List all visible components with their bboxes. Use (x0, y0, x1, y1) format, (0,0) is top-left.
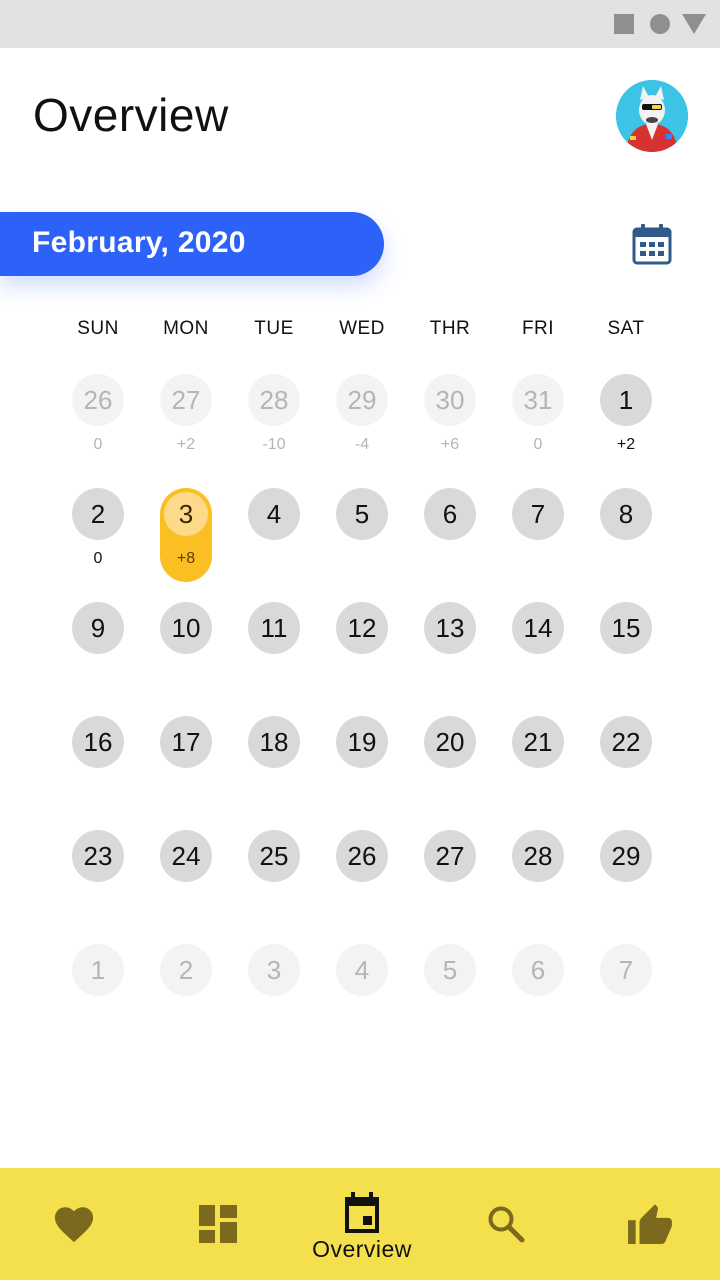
day-cell-outside-month[interactable]: 29 (336, 374, 388, 426)
month-label: February, 2020 (32, 226, 246, 259)
day-cell-outside-month[interactable]: 28 (248, 374, 300, 426)
weekday-mon: MON (163, 318, 209, 339)
day-cell[interactable]: 11 (248, 602, 300, 654)
day-cell[interactable]: 5 (336, 488, 388, 540)
day-cell[interactable]: 7 (512, 488, 564, 540)
weekday-tue: TUE (254, 318, 294, 339)
day-cell[interactable]: 23 (72, 830, 124, 882)
day-cell-outside-month[interactable]: 6 (512, 944, 564, 996)
day-cell[interactable]: 17 (160, 716, 212, 768)
day-cell-outside-month[interactable]: 7 (600, 944, 652, 996)
day-cell-outside-month[interactable]: 30 (424, 374, 476, 426)
day-cell[interactable]: 22 (600, 716, 652, 768)
day-cell-outside-month[interactable]: 4 (336, 944, 388, 996)
nav-item-overview[interactable]: Overview (290, 1168, 434, 1280)
day-delta: +8 (176, 550, 196, 567)
calendar-picker-button[interactable] (630, 222, 674, 266)
day-cell[interactable]: 10 (160, 602, 212, 654)
home-icon (650, 14, 670, 34)
search-icon (488, 1206, 525, 1243)
day-cell[interactable]: 18 (248, 716, 300, 768)
day-delta: +6 (440, 436, 460, 453)
day-number: 3 (164, 492, 208, 536)
day-cell-outside-month[interactable]: 5 (424, 944, 476, 996)
day-cell[interactable]: 1 (600, 374, 652, 426)
day-cell[interactable]: 27 (424, 830, 476, 882)
weekday-fri: FRI (521, 318, 555, 339)
day-cell[interactable]: 19 (336, 716, 388, 768)
nav-item-likes[interactable] (578, 1168, 720, 1280)
day-cell[interactable]: 28 (512, 830, 564, 882)
back-icon (682, 14, 706, 34)
day-cell-selected[interactable]: 3 +8 (160, 488, 212, 582)
nav-label-overview: Overview (312, 1236, 412, 1262)
day-delta: 0 (93, 436, 103, 453)
day-cell-outside-month[interactable]: 3 (248, 944, 300, 996)
day-cell-outside-month[interactable]: 31 (512, 374, 564, 426)
dashboard-icon (199, 1205, 237, 1243)
day-cell[interactable]: 13 (424, 602, 476, 654)
day-delta: +2 (176, 436, 196, 453)
day-cell[interactable]: 9 (72, 602, 124, 654)
day-cell-outside-month[interactable]: 26 (72, 374, 124, 426)
day-delta: 0 (93, 550, 103, 567)
nav-item-dashboard[interactable] (146, 1168, 290, 1280)
day-cell[interactable]: 12 (336, 602, 388, 654)
nav-item-favorites[interactable] (2, 1168, 146, 1280)
day-cell-outside-month[interactable]: 1 (72, 944, 124, 996)
day-cell[interactable]: 16 (72, 716, 124, 768)
nav-item-search[interactable] (434, 1168, 578, 1280)
day-cell[interactable]: 6 (424, 488, 476, 540)
day-delta: +2 (616, 436, 636, 453)
day-cell[interactable]: 14 (512, 602, 564, 654)
page-title: Overview (33, 89, 229, 141)
day-cell-outside-month[interactable]: 27 (160, 374, 212, 426)
day-cell[interactable]: 4 (248, 488, 300, 540)
day-cell[interactable]: 21 (512, 716, 564, 768)
day-cell[interactable]: 20 (424, 716, 476, 768)
weekday-wed: WED (339, 318, 385, 339)
day-cell[interactable]: 2 (72, 488, 124, 540)
bottom-navigation: Overview (0, 1168, 720, 1280)
day-delta: -10 (262, 436, 286, 453)
day-cell[interactable]: 25 (248, 830, 300, 882)
day-cell[interactable]: 26 (336, 830, 388, 882)
avatar[interactable] (616, 80, 688, 152)
status-bar (0, 0, 720, 48)
event-icon (345, 1192, 379, 1233)
day-delta: -4 (354, 436, 370, 453)
weekday-thr: THR (429, 318, 471, 339)
thumb-up-icon (628, 1204, 672, 1245)
day-cell[interactable]: 15 (600, 602, 652, 654)
avatar-image (616, 80, 688, 152)
weekday-sat: SAT (607, 318, 645, 339)
weekday-sun: SUN (77, 318, 119, 339)
day-cell[interactable]: 29 (600, 830, 652, 882)
day-cell[interactable]: 8 (600, 488, 652, 540)
calendar-icon (632, 224, 672, 265)
month-selector[interactable]: February, 2020 (0, 212, 384, 276)
heart-icon (54, 1207, 94, 1243)
day-delta: 0 (533, 436, 543, 453)
day-cell[interactable]: 24 (160, 830, 212, 882)
recent-apps-icon (614, 14, 634, 34)
day-cell-outside-month[interactable]: 2 (160, 944, 212, 996)
